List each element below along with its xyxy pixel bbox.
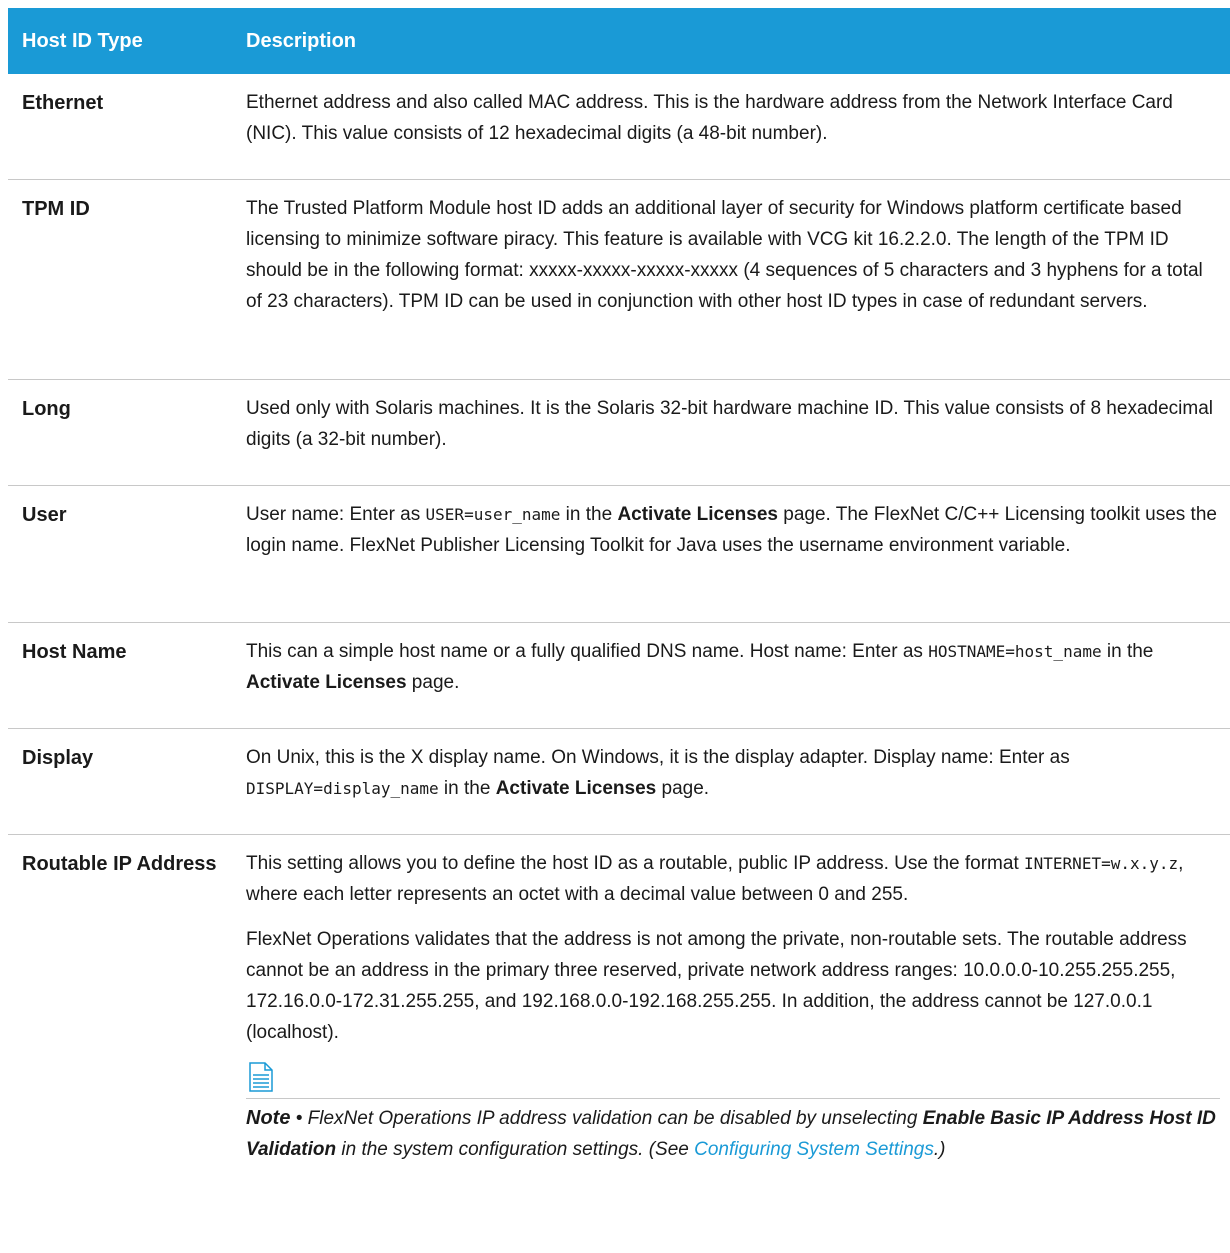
note-label: Note (246, 1107, 291, 1129)
description-text: This setting allows you to define the ho… (246, 853, 1025, 874)
header-description: Description (246, 29, 357, 52)
description-text: page. (656, 778, 710, 799)
activate-licenses-ref: Activate Licenses (617, 504, 778, 525)
note-body: in the system configuration settings. (S… (336, 1139, 695, 1160)
host-id-type: Long (22, 398, 71, 420)
host-id-type: Routable IP Address (22, 853, 217, 875)
description-text: This can a simple host name or a fully q… (246, 641, 929, 662)
host-id-type: User (22, 504, 67, 526)
host-id-type: TPM ID (22, 198, 90, 220)
description-text: Used only with Solaris machines. It is t… (246, 398, 1213, 450)
activate-licenses-ref: Activate Licenses (246, 672, 407, 693)
table-row: Ethernet Ethernet address and also calle… (8, 74, 1230, 180)
description: On Unix, this is the X display name. On … (238, 729, 1230, 834)
description-text: User name: Enter as (246, 504, 426, 525)
table-row: TPM ID The Trusted Platform Module host … (8, 180, 1230, 380)
table-row: Host Name This can a simple host name or… (8, 623, 1230, 729)
description: The Trusted Platform Module host ID adds… (238, 180, 1230, 379)
description: This setting allows you to define the ho… (238, 835, 1230, 1165)
host-id-type: Display (22, 747, 94, 769)
description: This can a simple host name or a fully q… (238, 623, 1230, 728)
description-text: On Unix, this is the X display name. On … (246, 747, 1070, 768)
description-text: Ethernet address and also called MAC add… (246, 92, 1173, 144)
table-row: Display On Unix, this is the X display n… (8, 729, 1230, 835)
note-text: Note • FlexNet Operations IP address val… (246, 1103, 1220, 1165)
code-internet: INTERNET=w.x.y.z (1024, 854, 1179, 873)
note-body: • FlexNet Operations IP address validati… (290, 1108, 923, 1129)
header-host-id-type: Host ID Type (22, 29, 143, 52)
note-body: .) (933, 1139, 946, 1160)
table-row: Routable IP Address This setting allows … (8, 835, 1230, 1165)
host-id-type: Host Name (22, 641, 127, 663)
code-user: USER=user_name (425, 505, 561, 524)
table-row: User User name: Enter as USER=user_name … (8, 486, 1230, 623)
description-paragraph: This setting allows you to define the ho… (246, 848, 1220, 910)
configuring-system-settings-link[interactable]: Configuring System Settings (694, 1139, 934, 1160)
description: Ethernet address and also called MAC add… (238, 74, 1230, 179)
code-hostname: HOSTNAME=host_name (928, 642, 1102, 661)
description-text: in the (560, 504, 618, 525)
table-row: Long Used only with Solaris machines. It… (8, 380, 1230, 486)
description-text: in the (1101, 641, 1154, 662)
code-display: DISPLAY=display_name (246, 779, 439, 798)
host-id-type: Ethernet (22, 92, 104, 114)
activate-licenses-ref: Activate Licenses (495, 778, 657, 799)
table-header: Host ID Type Description (8, 8, 1230, 74)
note-document-icon (249, 1062, 273, 1092)
note-divider (246, 1098, 1220, 1099)
tpm-format: xxxxx-xxxxx-xxxxx-xxxxx (529, 260, 739, 281)
description-text: page. (406, 672, 460, 693)
description-paragraph: FlexNet Operations validates that the ad… (246, 929, 1187, 1043)
description-text: in the (438, 778, 496, 799)
description: User name: Enter as USER=user_name in th… (238, 486, 1230, 622)
host-id-table: Host ID Type Description Ethernet Ethern… (8, 8, 1230, 1165)
description: Used only with Solaris machines. It is t… (238, 380, 1230, 485)
